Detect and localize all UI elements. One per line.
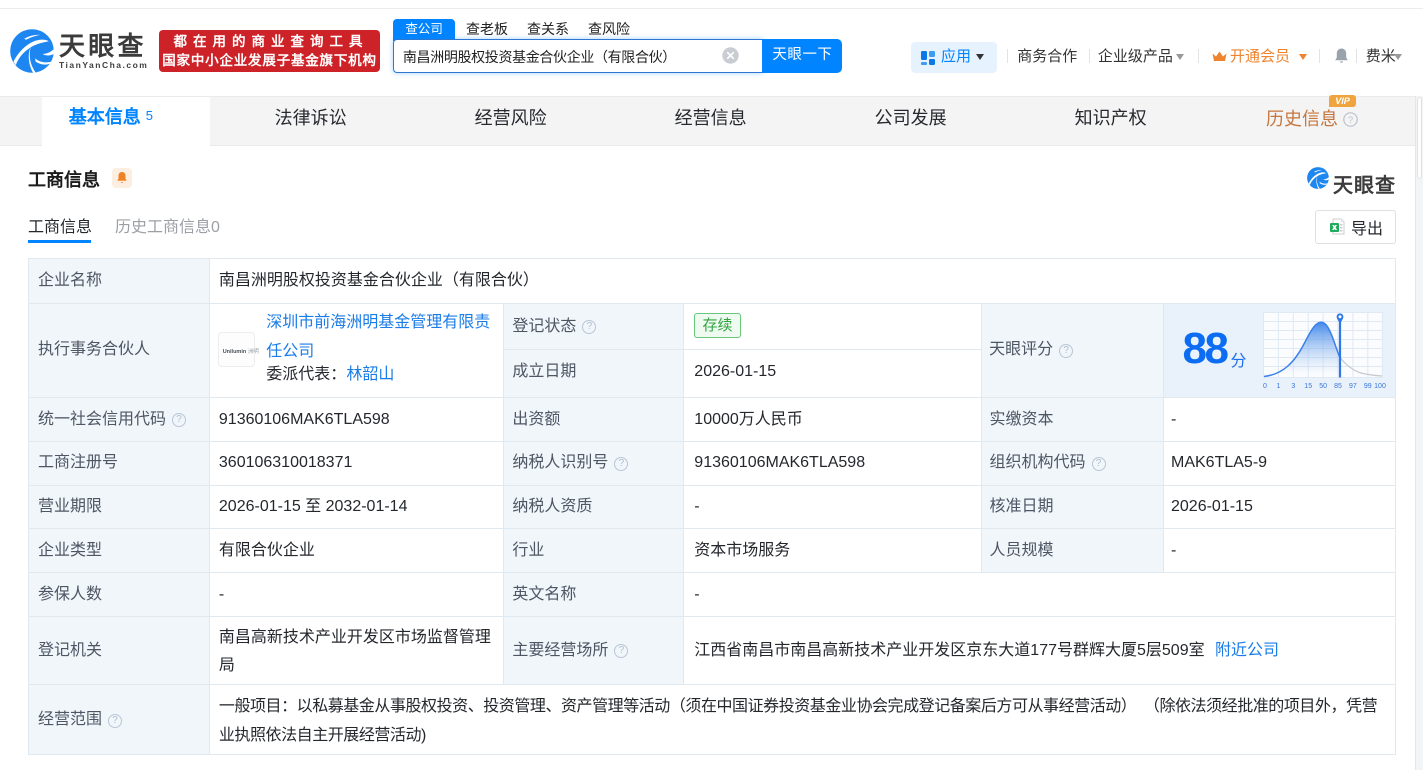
svg-text:3: 3 xyxy=(1291,383,1295,390)
svg-text:100: 100 xyxy=(1374,383,1386,390)
svg-text:1: 1 xyxy=(1276,383,1280,390)
svg-text:?: ? xyxy=(1348,115,1353,126)
svg-text:97: 97 xyxy=(1349,383,1357,390)
svg-text:0: 0 xyxy=(1263,383,1267,390)
svg-text:99: 99 xyxy=(1364,383,1372,390)
svg-text:50: 50 xyxy=(1319,383,1327,390)
svg-text:15: 15 xyxy=(1304,383,1312,390)
svg-text:85: 85 xyxy=(1334,383,1342,390)
